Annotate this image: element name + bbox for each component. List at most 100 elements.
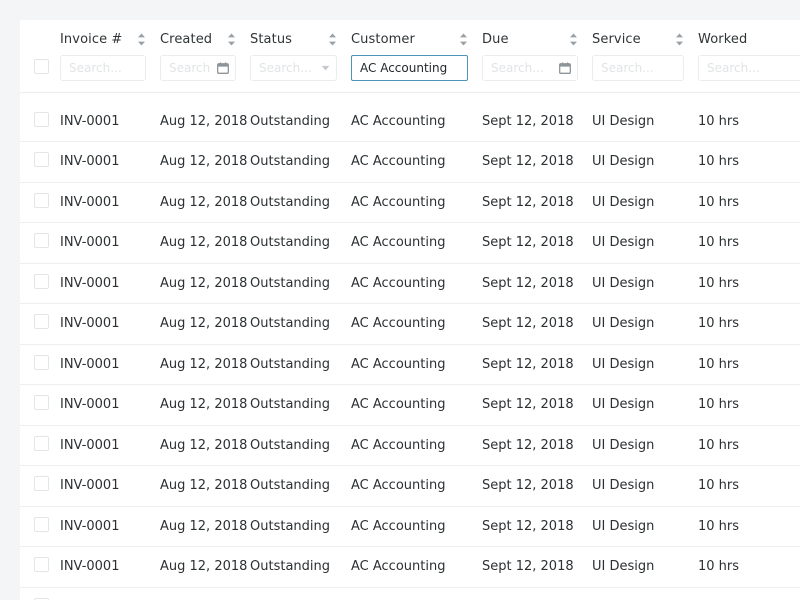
- sort-arrows-icon[interactable]: [675, 33, 684, 46]
- table-row[interactable]: INV-0001Aug 12, 2018OutstandingAC Accoun…: [20, 587, 800, 600]
- cell-worked: 10 hrs: [698, 304, 800, 345]
- column-header-customer[interactable]: Customer: [351, 20, 482, 55]
- table-row[interactable]: INV-0001Aug 12, 2018OutstandingAC Accoun…: [20, 182, 800, 223]
- table-row[interactable]: INV-0001Aug 12, 2018OutstandingAC Accoun…: [20, 547, 800, 588]
- cell-worked: 10 hrs: [698, 506, 800, 547]
- sort-arrows-icon[interactable]: [137, 33, 146, 46]
- cell-invoice: INV-0001: [60, 223, 160, 264]
- table-row[interactable]: INV-0001Aug 12, 2018OutstandingAC Accoun…: [20, 263, 800, 304]
- table-row[interactable]: INV-0001Aug 12, 2018OutstandingAC Accoun…: [20, 142, 800, 183]
- table-row[interactable]: INV-0001Aug 12, 2018OutstandingAC Accoun…: [20, 425, 800, 466]
- row-checkbox[interactable]: [34, 152, 49, 167]
- row-checkbox[interactable]: [34, 314, 49, 329]
- cell-due: Sept 12, 2018: [482, 304, 592, 345]
- cell-invoice: INV-0001: [60, 385, 160, 426]
- table-row[interactable]: INV-0001Aug 12, 2018OutstandingAC Accoun…: [20, 101, 800, 142]
- search-input-created[interactable]: [160, 55, 236, 81]
- filter-cell-worked: [698, 55, 800, 92]
- sort-arrows-icon[interactable]: [569, 33, 578, 46]
- column-header-invoice[interactable]: Invoice #: [60, 20, 160, 55]
- table-body: INV-0001Aug 12, 2018OutstandingAC Accoun…: [20, 101, 800, 600]
- sort-arrows-icon[interactable]: [459, 33, 468, 46]
- row-checkbox[interactable]: [34, 517, 49, 532]
- cell-created: Aug 12, 2018: [160, 466, 250, 507]
- cell-service: UI Design: [592, 101, 698, 142]
- column-header-worked[interactable]: Worked: [698, 20, 800, 55]
- table-row[interactable]: INV-0001Aug 12, 2018OutstandingAC Accoun…: [20, 304, 800, 345]
- table-row[interactable]: INV-0001Aug 12, 2018OutstandingAC Accoun…: [20, 223, 800, 264]
- search-input-worked[interactable]: [698, 55, 800, 81]
- sort-arrows-icon[interactable]: [328, 33, 337, 46]
- invoices-table-card: Invoice # Created: [20, 20, 800, 600]
- cell-service: UI Design: [592, 547, 698, 588]
- cell-status: Outstanding: [250, 425, 351, 466]
- filter-cell-customer: [351, 55, 482, 92]
- cell-service: UI Design: [592, 263, 698, 304]
- column-header-service[interactable]: Service: [592, 20, 698, 55]
- cell-service: UI Design: [592, 142, 698, 183]
- row-checkbox[interactable]: [34, 193, 49, 208]
- header-label-row: Invoice # Created: [20, 20, 800, 55]
- cell-due: Sept 12, 2018: [482, 466, 592, 507]
- table-row[interactable]: INV-0001Aug 12, 2018OutstandingAC Accoun…: [20, 344, 800, 385]
- table-row[interactable]: INV-0001Aug 12, 2018OutstandingAC Accoun…: [20, 506, 800, 547]
- cell-worked: 10 hrs: [698, 101, 800, 142]
- filter-cell-service: [592, 55, 698, 92]
- cell-status: Outstanding: [250, 304, 351, 345]
- cell-service: UI Design: [592, 466, 698, 507]
- search-input-due[interactable]: [482, 55, 578, 81]
- select-all-cell: [20, 55, 60, 92]
- cell-customer: AC Accounting: [351, 101, 482, 142]
- search-input-service[interactable]: [592, 55, 684, 81]
- cell-invoice: INV-0001: [60, 304, 160, 345]
- cell-customer: AC Accounting: [351, 304, 482, 345]
- cell-due: Sept 12, 2018: [482, 263, 592, 304]
- cell-customer: AC Accounting: [351, 425, 482, 466]
- header-divider-spacer: [20, 93, 800, 101]
- row-checkbox[interactable]: [34, 355, 49, 370]
- row-checkbox[interactable]: [34, 112, 49, 127]
- table-row[interactable]: INV-0001Aug 12, 2018OutstandingAC Accoun…: [20, 385, 800, 426]
- row-checkbox[interactable]: [34, 557, 49, 572]
- cell-service: UI Design: [592, 425, 698, 466]
- cell-invoice: INV-0001: [60, 344, 160, 385]
- cell-worked: 10 hrs: [698, 587, 800, 600]
- sort-arrows-icon[interactable]: [227, 33, 236, 46]
- search-input-customer[interactable]: [351, 55, 468, 81]
- row-checkbox-cell: [20, 263, 60, 304]
- cell-invoice: INV-0001: [60, 263, 160, 304]
- column-header-created[interactable]: Created: [160, 20, 250, 55]
- cell-status: Outstanding: [250, 547, 351, 588]
- cell-service: UI Design: [592, 344, 698, 385]
- column-header-due[interactable]: Due: [482, 20, 592, 55]
- header-filter-row: [20, 55, 800, 92]
- row-checkbox[interactable]: [34, 233, 49, 248]
- row-checkbox[interactable]: [34, 476, 49, 491]
- cell-due: Sept 12, 2018: [482, 385, 592, 426]
- row-checkbox[interactable]: [34, 395, 49, 410]
- filter-cell-status: [250, 55, 351, 92]
- table-row[interactable]: INV-0001Aug 12, 2018OutstandingAC Accoun…: [20, 466, 800, 507]
- cell-worked: 10 hrs: [698, 547, 800, 588]
- cell-created: Aug 12, 2018: [160, 506, 250, 547]
- row-checkbox[interactable]: [34, 274, 49, 289]
- row-checkbox-cell: [20, 385, 60, 426]
- cell-status: Outstanding: [250, 263, 351, 304]
- column-header-label-service: Service: [592, 32, 641, 47]
- select-all-checkbox[interactable]: [34, 59, 49, 74]
- row-checkbox-cell: [20, 344, 60, 385]
- cell-due: Sept 12, 2018: [482, 425, 592, 466]
- page-root: Invoice # Created: [0, 0, 800, 600]
- cell-customer: AC Accounting: [351, 587, 482, 600]
- cell-customer: AC Accounting: [351, 547, 482, 588]
- cell-invoice: INV-0001: [60, 466, 160, 507]
- cell-created: Aug 12, 2018: [160, 263, 250, 304]
- column-header-status[interactable]: Status: [250, 20, 351, 55]
- cell-status: Outstanding: [250, 506, 351, 547]
- column-header-label-worked: Worked: [698, 32, 747, 47]
- row-checkbox-cell: [20, 506, 60, 547]
- cell-service: UI Design: [592, 182, 698, 223]
- search-input-invoice[interactable]: [60, 55, 146, 81]
- search-select-status[interactable]: [250, 55, 337, 81]
- row-checkbox[interactable]: [34, 436, 49, 451]
